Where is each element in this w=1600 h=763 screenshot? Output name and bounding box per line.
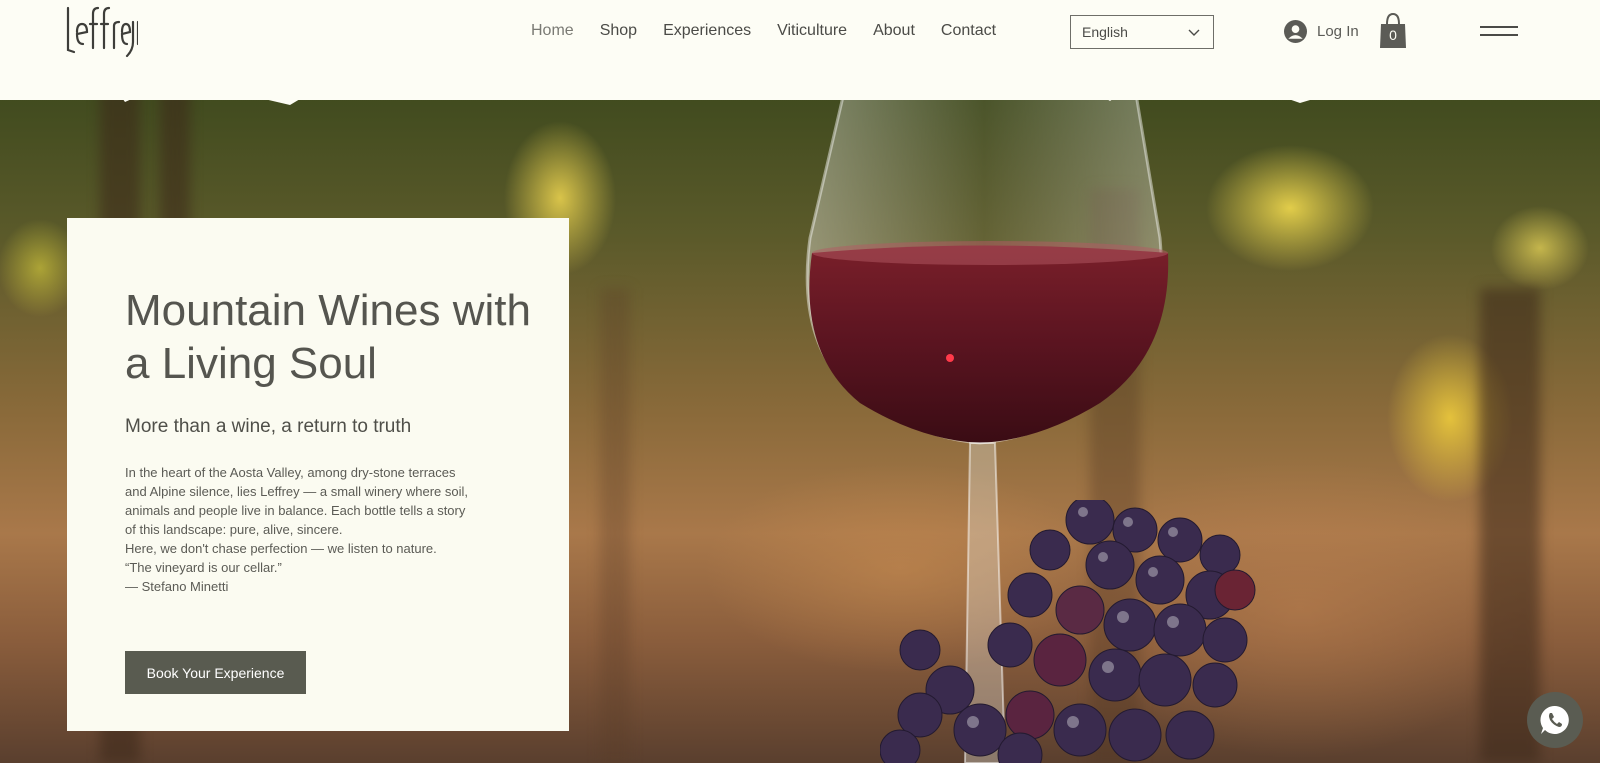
hero-body-paragraph: In the heart of the Aosta Valley, among … xyxy=(125,465,468,537)
language-select[interactable]: English xyxy=(1070,15,1214,49)
login-label: Log In xyxy=(1317,23,1359,40)
hero-body-paragraph: Here, we don't chase perfection — we lis… xyxy=(125,541,437,556)
hero-subtitle: More than a wine, a return to truth xyxy=(125,416,412,437)
user-avatar-icon xyxy=(1284,20,1307,43)
nav-home[interactable]: Home xyxy=(531,22,574,40)
whatsapp-chat-button[interactable] xyxy=(1527,692,1583,748)
language-selected-value: English xyxy=(1082,24,1128,40)
whatsapp-icon xyxy=(1540,705,1569,734)
hero-quote: “The vineyard is our cellar.” xyxy=(125,560,282,575)
book-experience-button[interactable]: Book Your Experience xyxy=(125,651,306,694)
leffrey-logo[interactable] xyxy=(64,4,138,60)
nav-about[interactable]: About xyxy=(873,22,915,40)
cart-button[interactable]: 0 xyxy=(1378,12,1408,50)
hero-card: Mountain Wines with a Living Soul More t… xyxy=(67,218,569,731)
hero-body: In the heart of the Aosta Valley, among … xyxy=(125,463,475,596)
nav-contact[interactable]: Contact xyxy=(941,22,996,40)
hamburger-menu-icon[interactable] xyxy=(1480,24,1520,40)
nav-experiences[interactable]: Experiences xyxy=(663,22,751,40)
nav-viticulture[interactable]: Viticulture xyxy=(777,22,847,40)
main-navigation: Home Shop Experiences Viticulture About … xyxy=(531,22,1022,40)
grapes-image xyxy=(880,500,1256,763)
nav-shop[interactable]: Shop xyxy=(600,22,637,40)
chevron-down-icon xyxy=(1188,29,1200,36)
login-button[interactable]: Log In xyxy=(1284,20,1359,43)
hero-title: Mountain Wines with a Living Soul xyxy=(125,286,531,388)
hero-quote-author: — Stefano Minetti xyxy=(125,579,229,594)
cart-count: 0 xyxy=(1389,27,1397,43)
site-header: Home Shop Experiences Viticulture About … xyxy=(0,0,1600,100)
